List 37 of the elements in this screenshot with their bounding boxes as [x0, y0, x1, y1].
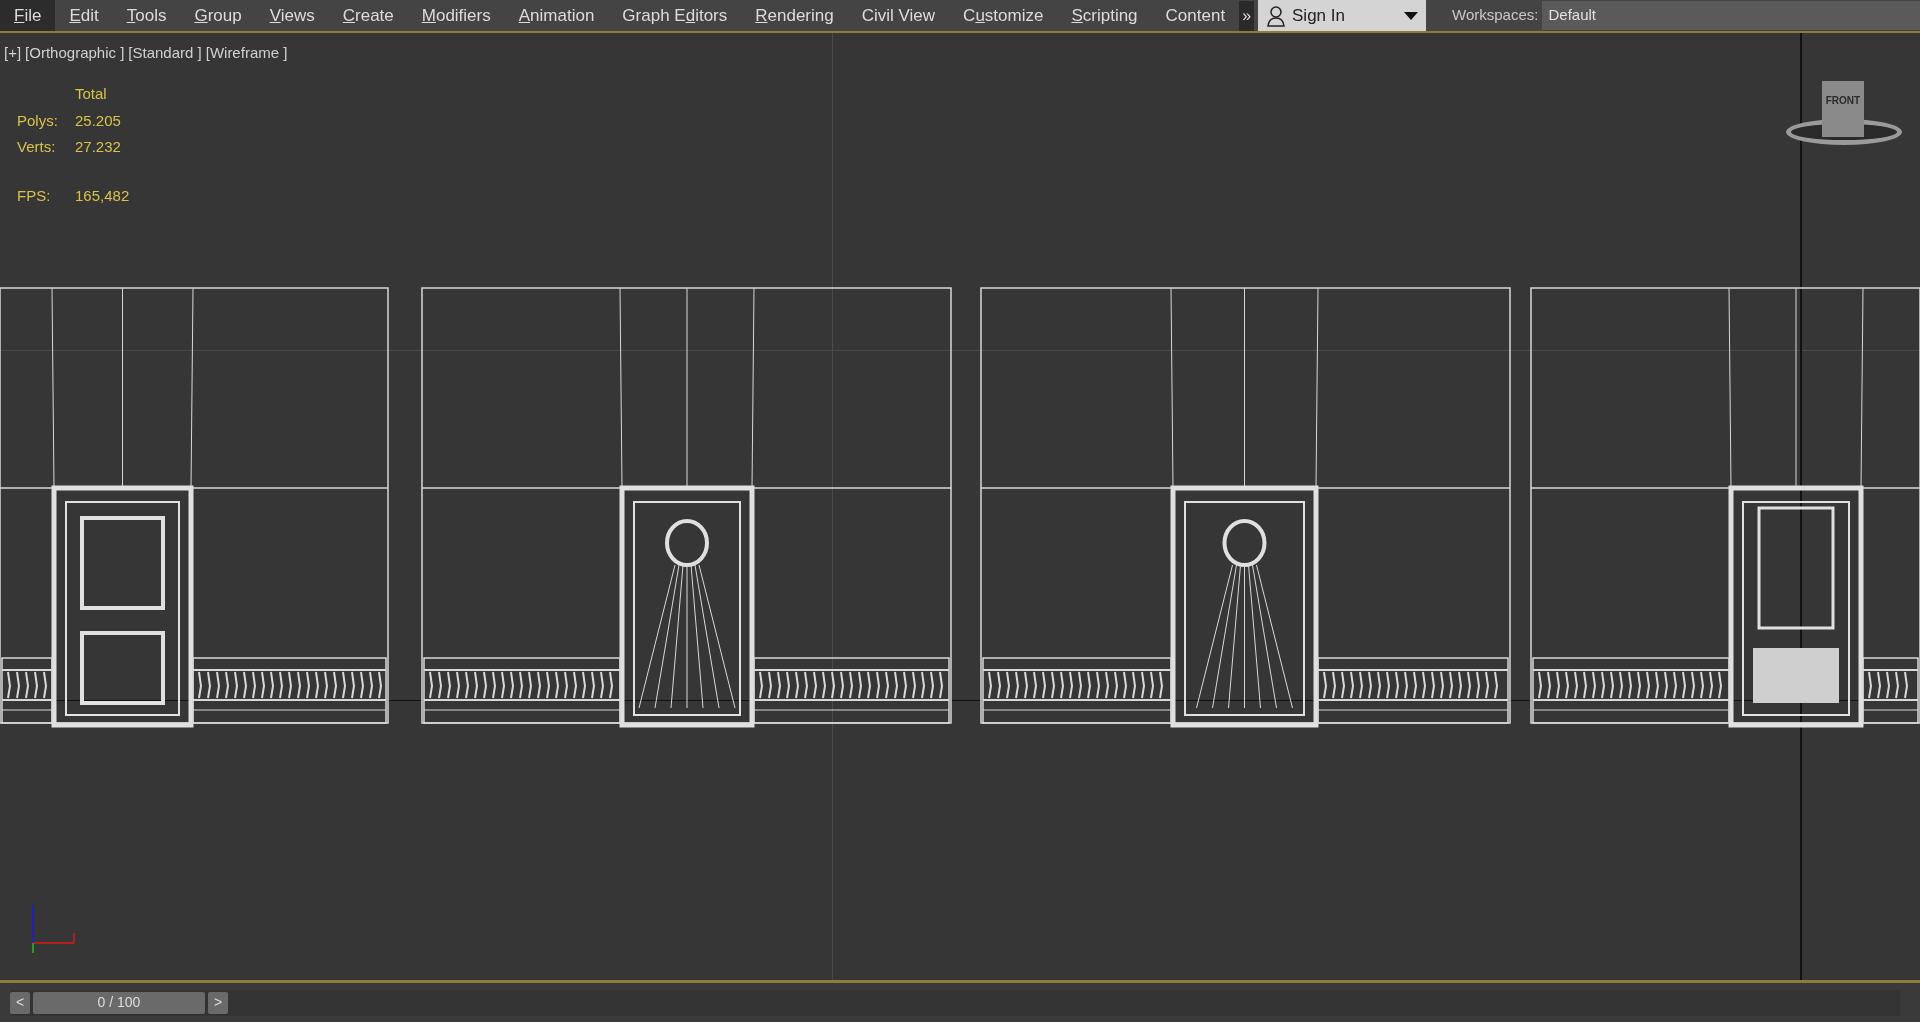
fps-value: 165,482 — [75, 185, 130, 206]
menu-item[interactable]: Graph Editors — [608, 0, 742, 31]
stats-label: Polys: — [17, 110, 59, 131]
menu-item[interactable]: Animation — [504, 0, 609, 31]
time-slider-track[interactable]: < 0 / 100 > — [10, 989, 1900, 1016]
menu-item[interactable]: Modifiers — [407, 0, 505, 31]
menu-item[interactable]: Group — [180, 0, 256, 31]
next-frame-button[interactable]: > — [208, 991, 228, 1014]
previous-frame-button[interactable]: < — [10, 991, 30, 1014]
menu-item[interactable]: Edit — [55, 0, 113, 31]
overflow-button[interactable]: » — [1239, 0, 1255, 31]
viewport-label[interactable]: [Wireframe ] — [205, 42, 288, 65]
workspaces-dropdown[interactable]: Default — [1542, 1, 1920, 30]
viewport-label[interactable]: [Orthographic ] — [25, 42, 125, 65]
menu-item[interactable]: Create — [328, 0, 408, 31]
sign-in-button[interactable]: Sign In — [1258, 0, 1427, 31]
menu-item[interactable]: Tools — [112, 0, 181, 31]
workspaces-label: Workspaces: — [1452, 5, 1539, 26]
stats-value: 25.205 — [75, 110, 122, 131]
viewcube[interactable]: FRONT — [1784, 81, 1904, 151]
menu-item[interactable]: Content — [1151, 0, 1240, 31]
stats-value: 27.232 — [75, 137, 122, 157]
menu-item[interactable]: Customize — [949, 0, 1058, 31]
fps-label: FPS: — [17, 185, 52, 206]
viewport-label[interactable]: [+] — [4, 42, 22, 65]
stats-header: Total — [75, 84, 108, 104]
menu-item[interactable]: Rendering — [741, 0, 848, 31]
menu-item[interactable]: File — [0, 0, 56, 31]
user-icon — [1266, 4, 1287, 27]
viewport-label[interactable]: [Standard ] — [128, 42, 202, 65]
stats-label: Verts: — [17, 137, 57, 157]
menu-item[interactable]: Civil View — [847, 0, 950, 31]
time-slider-thumb[interactable]: 0 / 100 — [33, 991, 205, 1014]
menu-item[interactable]: Scripting — [1057, 0, 1152, 31]
menu-item[interactable]: Views — [255, 0, 329, 31]
caret-icon — [1404, 11, 1419, 20]
viewcube-face-label: FRONT — [1825, 94, 1861, 108]
